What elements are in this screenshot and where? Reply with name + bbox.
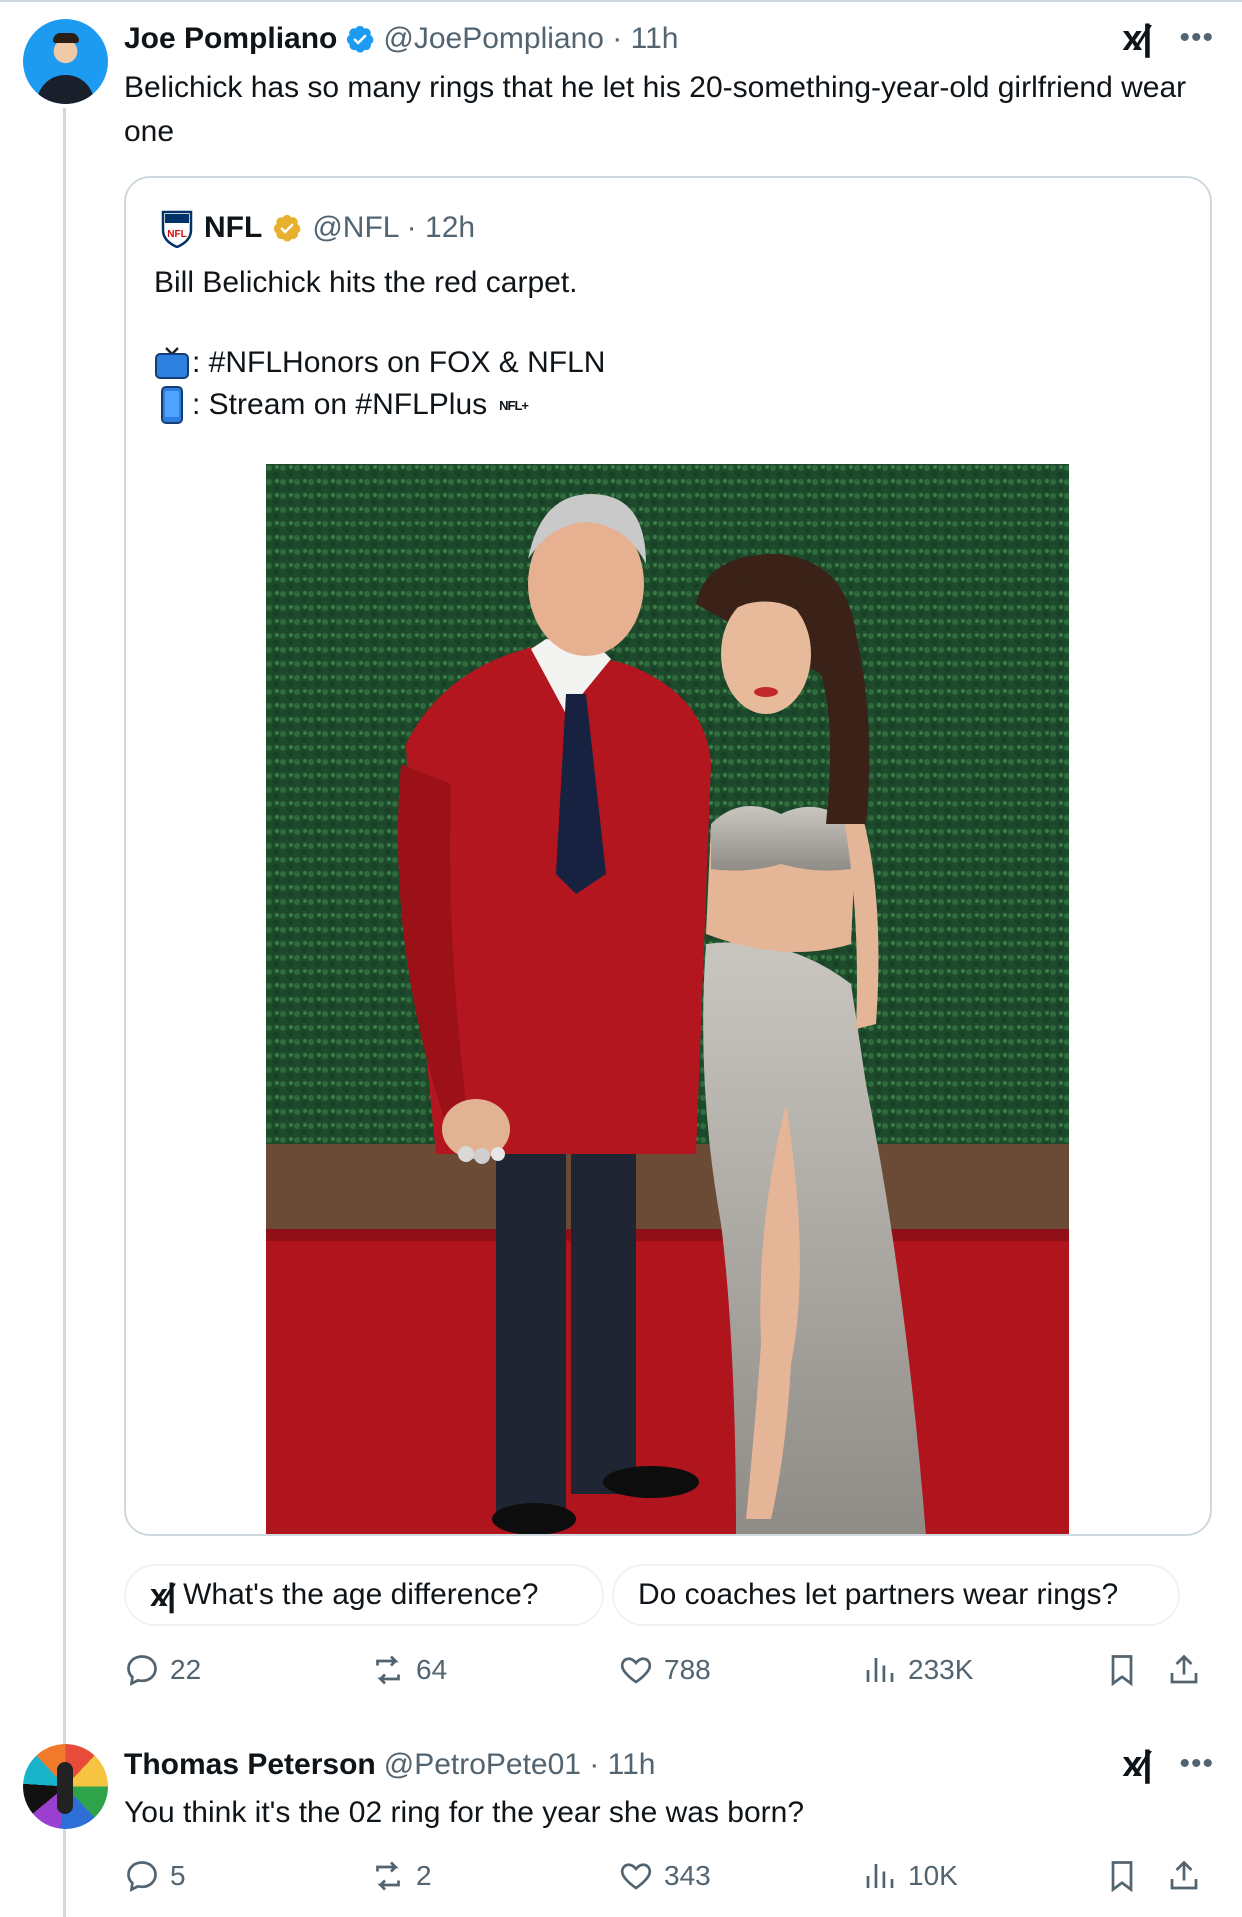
- avatar-thomas-peterson[interactable]: [23, 1744, 108, 1829]
- verified-gold-badge-icon: [274, 214, 301, 242]
- reply-author-name[interactable]: Thomas Peterson: [124, 1748, 376, 1782]
- reply-post-top-actions: x⁄| •••: [1122, 1746, 1214, 1782]
- main-post-top-actions: x⁄| •••: [1122, 20, 1214, 56]
- reply-button[interactable]: 22: [124, 1652, 201, 1688]
- quoted-line-2-text: : #NFLHonors on FOX & NFLN: [192, 346, 606, 379]
- repost-icon: [376, 1861, 400, 1891]
- grok-icon[interactable]: x⁄|: [1122, 1746, 1152, 1782]
- main-post-action-bar: 22 64 788 233K: [124, 1652, 1214, 1700]
- view-count: 10K: [908, 1860, 958, 1891]
- analytics-bar-icon: [866, 1864, 894, 1888]
- view-count: 233K: [908, 1654, 974, 1685]
- red-carpet-photo[interactable]: [266, 464, 1069, 1534]
- repost-button[interactable]: 64: [370, 1652, 447, 1688]
- repost-icon: [376, 1655, 400, 1685]
- reply-button[interactable]: 5: [124, 1858, 186, 1894]
- quoted-post-card[interactable]: NFL NFL @NFL · 12h Bill Belichick hits t…: [124, 176, 1212, 1536]
- television-icon: [155, 347, 189, 379]
- share-button[interactable]: [1166, 1652, 1202, 1693]
- repost-count: 2: [416, 1860, 432, 1891]
- nfl-shield-icon: NFL: [161, 210, 193, 248]
- reply-icon: [127, 1655, 157, 1686]
- mobile-phone-icon: [161, 386, 183, 424]
- quoted-post-header: NFL NFL @NFL · 12h: [160, 208, 475, 248]
- quoted-handle-time[interactable]: @NFL · 12h: [312, 211, 475, 245]
- reply-author-handle-time[interactable]: @PetroPete01 · 11h: [384, 1748, 656, 1782]
- main-post-header: Joe Pompliano @JoePompliano · 11h: [124, 22, 678, 56]
- grok-icon[interactable]: x⁄|: [1122, 20, 1152, 56]
- share-icon: [1170, 1860, 1198, 1890]
- more-horizontal-icon[interactable]: •••: [1179, 1749, 1214, 1779]
- quoted-author-name[interactable]: NFL: [204, 211, 262, 245]
- bookmark-button[interactable]: [1104, 1652, 1140, 1693]
- grok-icon: x⁄|: [150, 1577, 176, 1613]
- grok-suggestion-chip-2[interactable]: Do coaches let partners wear rings?: [612, 1564, 1180, 1626]
- like-count: 788: [664, 1654, 711, 1685]
- main-post-text: Belichick has so many rings that he let …: [124, 71, 1187, 148]
- verified-badge-icon: [347, 25, 374, 53]
- grok-suggestion-1-text: What's the age difference?: [183, 1578, 539, 1611]
- reply-icon: [127, 1861, 157, 1892]
- reply-post-action-bar: 5 2 343 10K: [124, 1858, 1214, 1906]
- svg-text:NFL: NFL: [167, 229, 186, 240]
- avatar-joe-pompliano[interactable]: [23, 19, 108, 104]
- author-handle-time[interactable]: @JoePompliano · 11h: [383, 22, 678, 56]
- quoted-text-line-3: : Stream on #NFLPlus NFL+: [154, 386, 529, 424]
- reply-post-text: You think it's the 02 ring for the year …: [124, 1796, 805, 1829]
- repost-button[interactable]: 2: [370, 1858, 432, 1894]
- bookmark-icon: [1111, 1861, 1133, 1893]
- repost-count: 64: [416, 1654, 448, 1685]
- views-button[interactable]: 233K: [862, 1652, 973, 1688]
- grok-suggestion-chip-1[interactable]: x⁄| What's the age difference?: [124, 1564, 604, 1626]
- top-divider: [0, 0, 1242, 2]
- quoted-text-line-1: Bill Belichick hits the red carpet.: [154, 266, 578, 299]
- share-icon: [1170, 1654, 1198, 1684]
- quoted-text-line-2: : #NFLHonors on FOX & NFLN: [154, 346, 605, 380]
- like-button[interactable]: 343: [618, 1858, 711, 1894]
- grok-suggestion-2-text: Do coaches let partners wear rings?: [638, 1578, 1119, 1611]
- photo-illustration: [266, 464, 1069, 1534]
- reply-count: 5: [170, 1860, 186, 1891]
- like-count: 343: [664, 1860, 711, 1891]
- reply-count: 22: [170, 1654, 202, 1685]
- heart-icon: [620, 1863, 652, 1890]
- heart-icon: [620, 1657, 652, 1684]
- analytics-bar-icon: [866, 1658, 894, 1682]
- thread-connector-line: [63, 108, 66, 1917]
- bookmark-icon: [1111, 1655, 1133, 1687]
- bookmark-button[interactable]: [1104, 1858, 1140, 1899]
- quoted-line-3-text: : Stream on #NFLPlus: [192, 388, 488, 421]
- author-name[interactable]: Joe Pompliano: [124, 22, 337, 56]
- nfl-plus-logo: NFL+: [499, 397, 529, 413]
- views-button[interactable]: 10K: [862, 1858, 958, 1894]
- share-button[interactable]: [1166, 1858, 1202, 1899]
- reply-post-header: Thomas Peterson @PetroPete01 · 11h: [124, 1748, 655, 1782]
- more-horizontal-icon[interactable]: •••: [1179, 23, 1214, 53]
- like-button[interactable]: 788: [618, 1652, 711, 1688]
